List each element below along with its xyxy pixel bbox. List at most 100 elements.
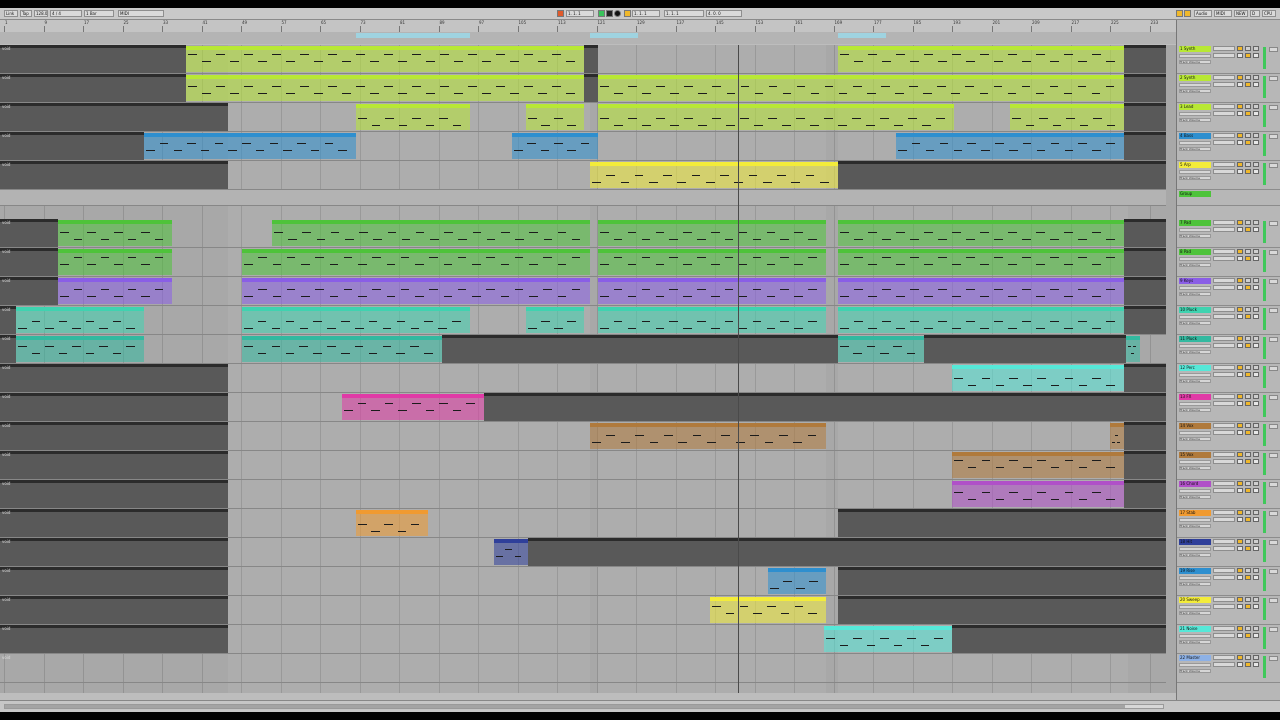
midi-clip[interactable] xyxy=(58,278,172,304)
track-lane[interactable]: void xyxy=(0,306,1166,335)
solo-button[interactable] xyxy=(1245,539,1251,544)
clip-body[interactable] xyxy=(272,224,590,246)
track-lane[interactable] xyxy=(0,190,1166,206)
monitor-auto-button[interactable] xyxy=(1245,314,1251,319)
midi-clip[interactable] xyxy=(598,220,826,246)
pan-knob[interactable] xyxy=(1269,540,1278,545)
track-lane[interactable]: void xyxy=(0,103,1166,132)
device-label[interactable]: Track Volume xyxy=(1179,640,1211,644)
empty-track-area[interactable] xyxy=(0,451,228,479)
volume-field[interactable] xyxy=(1213,459,1235,464)
monitor-auto-button[interactable] xyxy=(1245,459,1251,464)
track-lane[interactable]: void xyxy=(0,161,1166,190)
pan-knob[interactable] xyxy=(1269,482,1278,487)
midi-clip[interactable] xyxy=(356,104,470,130)
empty-track-area[interactable] xyxy=(1124,364,1166,392)
track-activator-button[interactable] xyxy=(1237,365,1243,370)
empty-track-area[interactable] xyxy=(584,45,598,73)
solo-button[interactable] xyxy=(1245,336,1251,341)
device-chain-slot[interactable] xyxy=(1179,402,1211,406)
arm-button[interactable] xyxy=(1253,307,1259,312)
midi-clip[interactable] xyxy=(526,307,584,333)
monitor-off-button[interactable] xyxy=(1253,604,1259,609)
volume-field[interactable] xyxy=(1213,575,1235,580)
device-label[interactable]: Track Volume xyxy=(1179,408,1211,412)
pan-knob[interactable] xyxy=(1269,366,1278,371)
device-label[interactable]: Track Volume xyxy=(1179,60,1211,64)
clip-body[interactable] xyxy=(598,224,826,246)
pan-knob[interactable] xyxy=(1269,337,1278,342)
track-activator-button[interactable] xyxy=(1237,452,1243,457)
clip-body[interactable] xyxy=(838,282,1124,304)
arm-button[interactable] xyxy=(1253,249,1259,254)
midi-clip[interactable] xyxy=(598,104,954,130)
midi-clip[interactable] xyxy=(824,626,952,652)
monitor-off-button[interactable] xyxy=(1253,488,1259,493)
bpm-field[interactable]: 128.00 xyxy=(34,10,48,17)
track-name[interactable]: 4 Bass xyxy=(1179,133,1211,139)
monitor-auto-button[interactable] xyxy=(1245,111,1251,116)
volume-field[interactable] xyxy=(1213,82,1235,87)
device-label[interactable]: Track Volume xyxy=(1179,379,1211,383)
monitor-off-button[interactable] xyxy=(1253,111,1259,116)
pan-knob[interactable] xyxy=(1269,569,1278,574)
empty-track-area[interactable] xyxy=(1124,45,1166,73)
stop-icon[interactable] xyxy=(606,10,613,17)
monitor-auto-button[interactable] xyxy=(1245,575,1251,580)
pan-knob[interactable] xyxy=(1269,250,1278,255)
volume-field[interactable] xyxy=(1213,314,1235,319)
monitor-in-button[interactable] xyxy=(1237,401,1243,406)
empty-track-area[interactable] xyxy=(528,538,1166,566)
track-activator-button[interactable] xyxy=(1237,539,1243,544)
clip-body[interactable] xyxy=(598,311,826,333)
empty-track-area[interactable] xyxy=(838,596,1166,624)
monitor-off-button[interactable] xyxy=(1253,459,1259,464)
track-lane[interactable]: void xyxy=(0,393,1166,422)
monitor-off-button[interactable] xyxy=(1253,343,1259,348)
track-name[interactable]: 20 Sweep xyxy=(1179,597,1211,603)
volume-field[interactable] xyxy=(1213,285,1235,290)
track-name[interactable]: 11 Pluck xyxy=(1179,336,1211,342)
track-activator-button[interactable] xyxy=(1237,162,1243,167)
volume-field[interactable] xyxy=(1213,488,1235,493)
arm-button[interactable] xyxy=(1253,626,1259,631)
pan-knob[interactable] xyxy=(1269,105,1278,110)
loop-length-field[interactable]: 4. 0. 0 xyxy=(706,10,742,17)
monitor-auto-button[interactable] xyxy=(1245,343,1251,348)
track-activator-button[interactable] xyxy=(1237,423,1243,428)
empty-track-area[interactable] xyxy=(0,625,228,653)
track-name[interactable]: 21 Noise xyxy=(1179,626,1211,632)
device-label[interactable]: Track Volume xyxy=(1179,524,1211,528)
monitor-off-button[interactable] xyxy=(1253,633,1259,638)
volume-field[interactable] xyxy=(1213,140,1235,145)
solo-button[interactable] xyxy=(1245,307,1251,312)
send-knob[interactable] xyxy=(1213,626,1235,631)
track-name[interactable]: 14 Vox xyxy=(1179,423,1211,429)
clip-body[interactable] xyxy=(590,166,838,188)
track-activator-button[interactable] xyxy=(1237,510,1243,515)
device-label[interactable]: Track Volume xyxy=(1179,582,1211,586)
track-name[interactable]: 5 Arp xyxy=(1179,162,1211,168)
empty-track-area[interactable] xyxy=(0,161,228,189)
monitor-off-button[interactable] xyxy=(1253,517,1259,522)
monitor-off-button[interactable] xyxy=(1253,430,1259,435)
pan-knob[interactable] xyxy=(1269,163,1278,168)
track-activator-button[interactable] xyxy=(1237,597,1243,602)
empty-track-area[interactable] xyxy=(0,132,144,160)
send-knob[interactable] xyxy=(1213,46,1235,51)
track-activator-button[interactable] xyxy=(1237,46,1243,51)
device-label[interactable]: Track Volume xyxy=(1179,669,1211,673)
track-name[interactable]: 18 Hit xyxy=(1179,539,1211,545)
scroll-thumb[interactable] xyxy=(5,705,1125,708)
device-label[interactable]: Track Volume xyxy=(1179,466,1211,470)
device-label[interactable]: Track Volume xyxy=(1179,611,1211,615)
midi-clip[interactable] xyxy=(598,278,826,304)
clip-body[interactable] xyxy=(16,311,144,333)
solo-button[interactable] xyxy=(1245,75,1251,80)
solo-button[interactable] xyxy=(1245,104,1251,109)
send-knob[interactable] xyxy=(1213,365,1235,370)
solo-button[interactable] xyxy=(1245,220,1251,225)
volume-field[interactable] xyxy=(1213,227,1235,232)
send-knob[interactable] xyxy=(1213,423,1235,428)
pan-knob[interactable] xyxy=(1269,279,1278,284)
